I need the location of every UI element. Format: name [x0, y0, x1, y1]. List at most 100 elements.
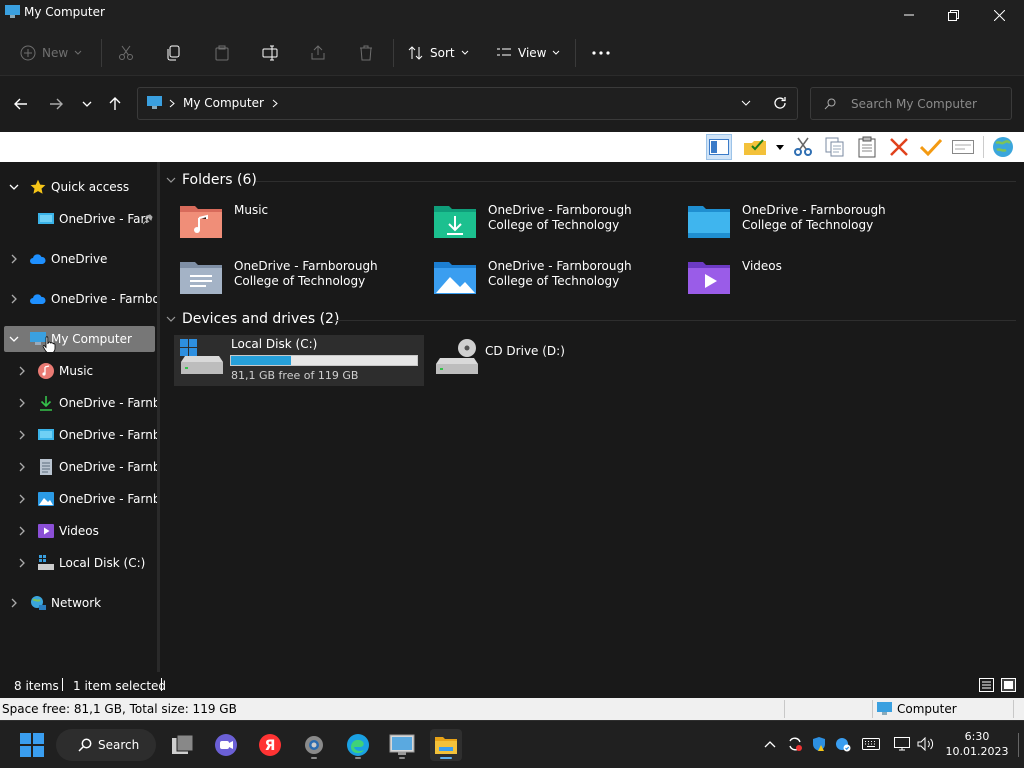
keyboard-tray-icon[interactable] [862, 735, 880, 753]
restore-button[interactable] [930, 0, 976, 30]
minimize-button[interactable] [886, 0, 932, 30]
classic-cut-button[interactable] [790, 134, 816, 160]
tiles-view-icon[interactable] [1001, 678, 1016, 692]
edge-button[interactable] [342, 729, 374, 761]
sidebar-item-pinned-desktop[interactable]: OneDrive - Farr [0, 206, 157, 232]
chevron-right-icon[interactable] [272, 99, 278, 108]
search-input[interactable]: Search My Computer [810, 87, 1012, 120]
more-button[interactable] [592, 39, 610, 67]
chevron-right-icon[interactable] [17, 398, 27, 408]
security-tray-icon[interactable] [810, 735, 828, 753]
classic-properties-button[interactable] [918, 134, 944, 160]
navigation-pane: Quick access OneDrive - Farr OneDrive On… [0, 162, 157, 672]
folder-tile-documents[interactable]: OneDrive - Farnborough College of Techno… [174, 256, 422, 304]
chevron-down-icon[interactable] [741, 100, 751, 106]
chat-button[interactable] [210, 729, 242, 761]
breadcrumb-item[interactable]: My Computer [183, 96, 264, 110]
settings-button[interactable] [298, 729, 330, 761]
start-button[interactable] [16, 729, 48, 761]
taskbar-search-label: Search [98, 738, 140, 752]
sort-button[interactable]: Sort [408, 39, 469, 67]
new-label: New [42, 46, 69, 60]
folder-tile-videos[interactable]: Videos [682, 256, 930, 304]
paste-button[interactable] [214, 39, 230, 67]
chevron-right-icon[interactable] [9, 294, 19, 304]
sidebar-item-local-disk[interactable]: Local Disk (C:) [0, 550, 157, 576]
chevron-down-icon[interactable] [776, 145, 784, 150]
share-icon [311, 45, 325, 60]
yandex-browser-button[interactable]: Я [254, 729, 286, 761]
clock[interactable]: 6:30 10.01.2023 [944, 729, 1010, 759]
taskbar-search[interactable]: Search [56, 729, 156, 761]
folders-group-header[interactable]: Folders (6) [166, 172, 257, 188]
sidebar-item-my-computer[interactable]: My Computer [4, 326, 155, 352]
chevron-right-icon[interactable] [17, 526, 27, 536]
classic-copy-button[interactable] [822, 134, 848, 160]
drive-tile-local-disk[interactable]: Local Disk (C:) 81,1 GB free of 119 GB [174, 335, 424, 386]
title-bar[interactable]: My Computer [0, 0, 1024, 30]
sidebar-item-documents[interactable]: OneDrive - Farnborough College of Techno… [0, 454, 157, 480]
show-desktop-button[interactable] [1018, 733, 1019, 757]
sidebar-item-downloads[interactable]: OneDrive - Farnborough College of Techno… [0, 390, 157, 416]
x-icon [890, 138, 908, 156]
folder-tile-downloads[interactable]: OneDrive - Farnborough College of Techno… [428, 200, 676, 248]
cut-button[interactable] [118, 39, 134, 67]
folder-tile-pictures[interactable]: OneDrive - Farnborough College of Techno… [428, 256, 676, 304]
details-view-icon[interactable] [979, 678, 994, 692]
chevron-down-icon[interactable] [9, 334, 19, 344]
copy-button[interactable] [166, 39, 182, 67]
drives-group-header[interactable]: Devices and drives (2) [166, 311, 339, 327]
new-button[interactable]: New [20, 39, 82, 67]
close-button[interactable] [976, 0, 1022, 30]
running-indicator [355, 757, 361, 759]
display-tray-icon[interactable] [893, 735, 911, 753]
forward-button[interactable] [42, 90, 70, 118]
chevron-right-icon[interactable] [17, 494, 27, 504]
show-hidden-icons-button[interactable] [761, 735, 779, 753]
sync-tray-icon[interactable] [786, 735, 804, 753]
chevron-right-icon[interactable] [9, 598, 19, 608]
windows-drive-icon [180, 339, 223, 374]
chevron-right-icon[interactable] [17, 558, 27, 568]
folder-tile-desktop[interactable]: OneDrive - Farnborough College of Techno… [682, 200, 930, 248]
share-button[interactable] [310, 39, 326, 67]
folder-options-button[interactable] [742, 134, 768, 160]
classic-rename-button[interactable] [950, 134, 976, 160]
sidebar-item-onedrive-college[interactable]: OneDrive - Farnborough College of Techno… [0, 286, 157, 312]
drive-tile-cd[interactable]: CD Drive (D:) [428, 335, 678, 386]
up-button[interactable] [101, 90, 129, 118]
sidebar-item-label: Local Disk (C:) [59, 556, 146, 570]
task-view-button[interactable] [167, 729, 199, 761]
classic-globe-button[interactable] [990, 134, 1016, 160]
rename-button[interactable] [262, 39, 278, 67]
sidebar-item-pictures[interactable]: OneDrive - Farnborough College of Techno… [0, 486, 157, 512]
address-bar[interactable]: My Computer [137, 87, 798, 120]
classic-paste-button[interactable] [854, 134, 880, 160]
sidebar-item-onedrive[interactable]: OneDrive [0, 246, 157, 272]
chevron-right-icon[interactable] [9, 254, 19, 264]
location-label: Computer [897, 702, 957, 716]
remote-desktop-button[interactable] [386, 729, 418, 761]
sidebar-item-music[interactable]: Music [0, 358, 157, 384]
chevron-right-icon[interactable] [17, 366, 27, 376]
classic-delete-button[interactable] [886, 134, 912, 160]
network-tray-icon[interactable] [834, 735, 852, 753]
recent-locations-button[interactable] [73, 90, 101, 118]
sidebar-item-label: OneDrive [51, 252, 108, 266]
file-explorer-button[interactable] [430, 729, 462, 761]
selection-count: 1 item selected [73, 679, 167, 693]
sidebar-item-quick-access[interactable]: Quick access [0, 174, 157, 200]
sidebar-item-network[interactable]: Network [0, 590, 157, 616]
delete-button[interactable] [358, 39, 374, 67]
view-button[interactable]: View [496, 39, 560, 67]
refresh-icon[interactable] [773, 96, 787, 110]
sidebar-item-videos[interactable]: Videos [0, 518, 157, 544]
chevron-right-icon[interactable] [17, 462, 27, 472]
sidebar-item-desktop[interactable]: OneDrive - Farnborough College of Techno… [0, 422, 157, 448]
back-button[interactable] [7, 90, 35, 118]
layout-pane-button[interactable] [706, 134, 732, 160]
chevron-right-icon[interactable] [17, 430, 27, 440]
chevron-down-icon[interactable] [9, 182, 19, 192]
volume-tray-icon[interactable] [917, 735, 935, 753]
folder-tile-music[interactable]: Music [174, 200, 422, 248]
